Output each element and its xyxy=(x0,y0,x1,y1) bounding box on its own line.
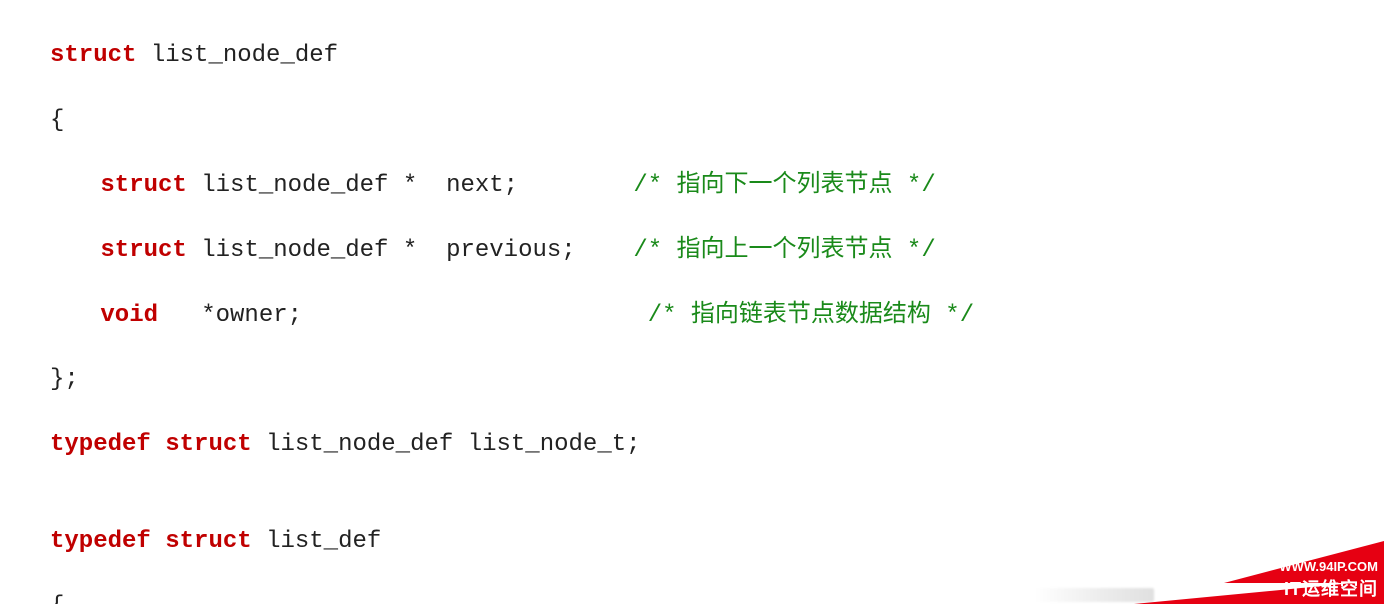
code-line-9: typedef struct list_def xyxy=(50,526,1384,558)
code-line-7: typedef struct list_node_def list_node_t… xyxy=(50,429,1384,461)
code-line-6: }; xyxy=(50,364,1384,396)
code-line-3: struct list_node_def * next; /* 指向下一个列表节… xyxy=(50,170,1384,202)
keyword-struct: struct xyxy=(100,172,186,199)
code-line-10: { xyxy=(50,591,1384,604)
keyword-struct: struct xyxy=(100,237,186,264)
code-line-4: struct list_node_def * previous; /* 指向上一… xyxy=(50,235,1384,267)
keyword-void: void xyxy=(100,302,158,329)
comment: /* 指向上一个列表节点 */ xyxy=(633,237,935,264)
comment: /* 指向下一个列表节点 */ xyxy=(633,172,935,199)
code-line-2: { xyxy=(50,105,1384,137)
keyword-struct: struct xyxy=(165,528,251,555)
keyword-typedef: typedef xyxy=(50,431,151,458)
code-line-5: void *owner; /* 指向链表节点数据结构 */ xyxy=(50,300,1384,332)
keyword-typedef: typedef xyxy=(50,528,151,555)
keyword-struct: struct xyxy=(50,42,136,69)
code-line-1: struct list_node_def xyxy=(50,40,1384,72)
type-name: list_node_def xyxy=(151,42,338,69)
keyword-struct: struct xyxy=(165,431,251,458)
comment: /* 指向链表节点数据结构 */ xyxy=(648,302,974,329)
code-block: struct list_node_def { struct list_node_… xyxy=(0,0,1384,604)
